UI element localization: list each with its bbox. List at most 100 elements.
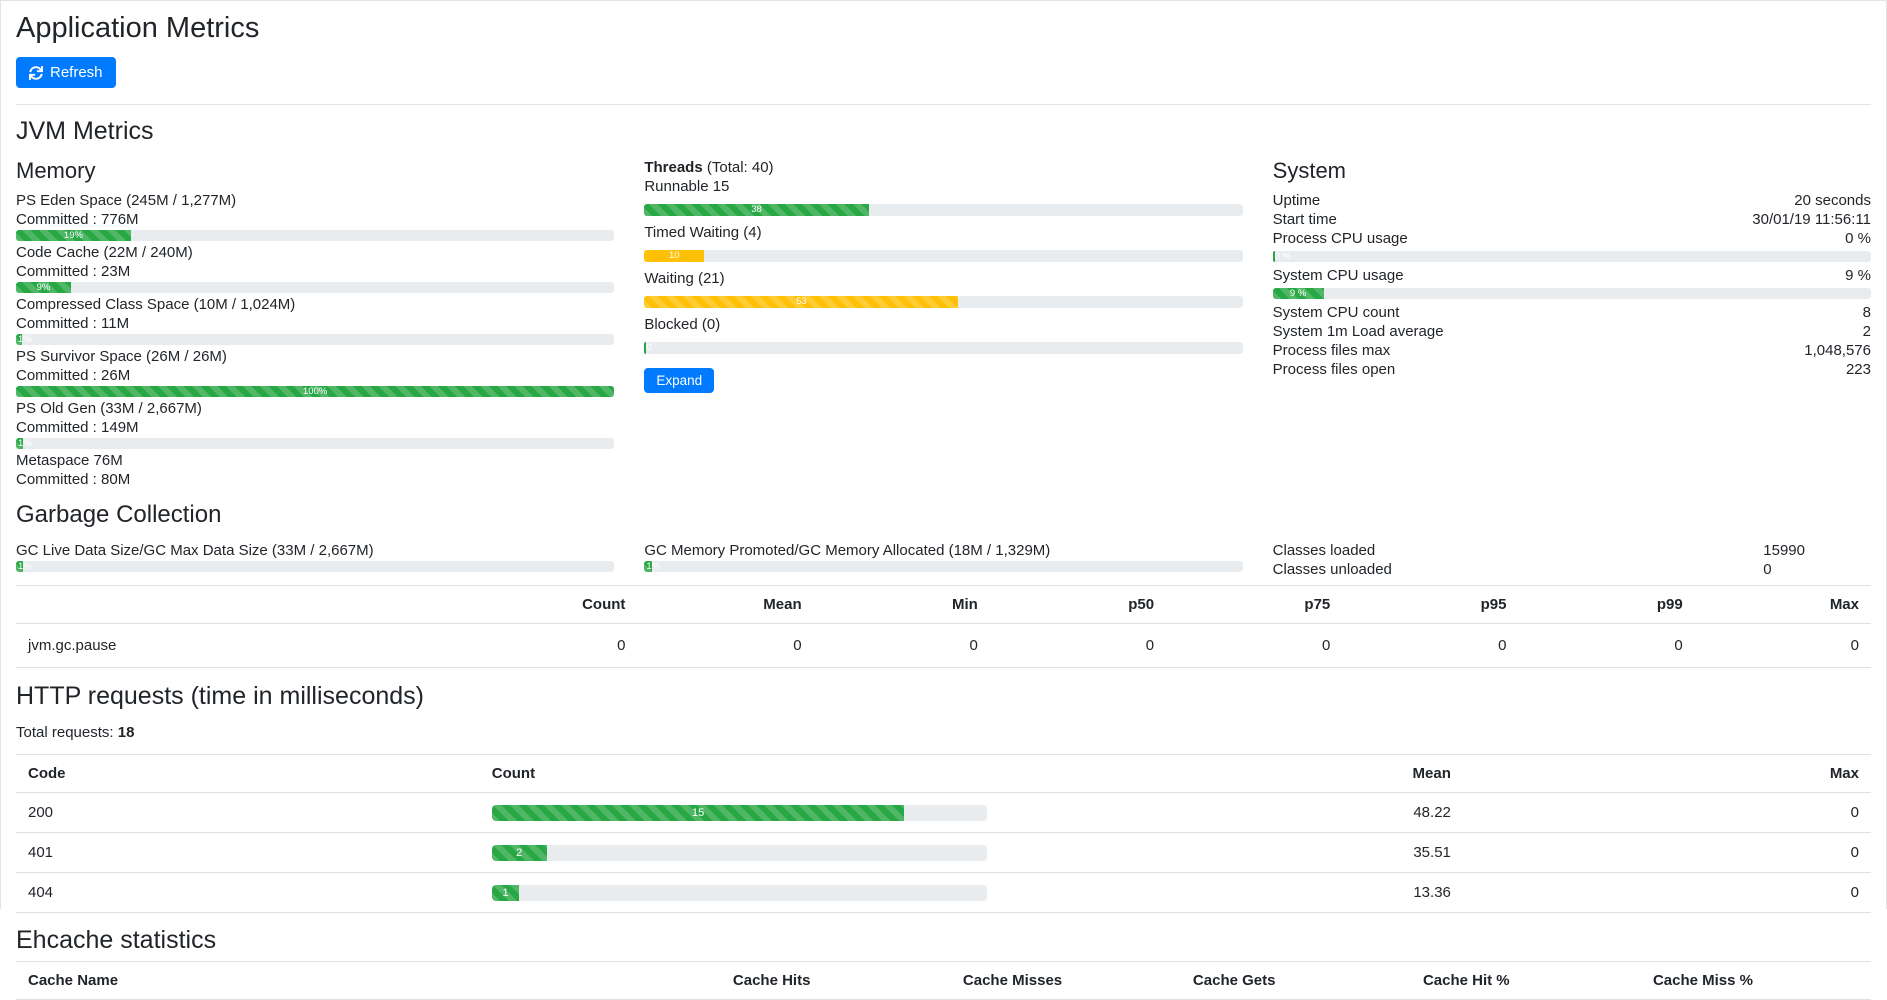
memory-entry-label: PS Eden Space (245M / 1,277M) (16, 191, 614, 210)
system-row: Process files max1,048,576 (1273, 341, 1871, 360)
total-requests-value: 18 (118, 724, 135, 741)
jvm-metrics-row: Memory PS Eden Space (245M / 1,277M) Comm… (1, 158, 1886, 491)
http-requests-section: HTTP requests (time in milliseconds) Tot… (16, 682, 1871, 913)
progress-bar-fill: 100% (16, 386, 614, 397)
system-row-label: Process files max (1273, 341, 1391, 360)
progress-bar-label: 19% (64, 230, 83, 241)
gc-table-header: Count (461, 586, 637, 624)
system-row-label: System CPU usage (1273, 266, 1404, 285)
system-row-label: Process CPU usage (1273, 229, 1408, 248)
progress-bar-fill: 1% (16, 438, 23, 449)
system-row-label: Uptime (1273, 191, 1321, 210)
progress-bar-track: 1% (16, 438, 614, 449)
gc-classes-column: Classes loaded15990Classes unloaded0 (1258, 535, 1886, 579)
thread-entry-label: Runnable 15 (644, 177, 1242, 196)
progress-bar-track: 2 (492, 845, 987, 861)
ehcache-table-header: Cache Hits (721, 962, 951, 1000)
memory-entry: Code Cache (22M / 240M)Committed : 23M9% (16, 243, 614, 293)
refresh-button-label: Refresh (50, 64, 103, 81)
progress-bar-track: 1% (644, 561, 1242, 572)
http-max-cell: 0 (1463, 793, 1871, 833)
progress-bar-track: 100% (16, 386, 614, 397)
thread-entry-label: Timed Waiting (4) (644, 223, 1242, 242)
system-row-value: 30/01/19 11:56:11 (1752, 210, 1871, 229)
progress-bar-fill: 15 (492, 805, 905, 821)
memory-heading: Memory (16, 158, 614, 184)
progress-bar-track: 9 % (1273, 288, 1871, 299)
progress-bar-track: 15 (492, 805, 987, 821)
gc-metric-value: 0 (814, 624, 990, 668)
gc-table-header: p50 (990, 586, 1166, 624)
system-row-label: System CPU count (1273, 303, 1400, 322)
system-row-label: System 1m Load average (1273, 322, 1444, 341)
progress-bar-label: 15 (692, 805, 704, 821)
system-row-bar: 9 % (1273, 288, 1871, 299)
ehcache-table-header: Cache Hit % (1411, 962, 1641, 1000)
gc-bar-label: GC Memory Promoted/GC Memory Allocated (… (644, 541, 1242, 560)
memory-entry: Compressed Class Space (10M / 1,024M)Com… (16, 295, 614, 345)
http-code-cell: 200 (16, 793, 480, 833)
progress-bar-label: 100% (303, 386, 327, 397)
http-count-cell: 1 (480, 873, 999, 913)
thread-entry-label: Waiting (21) (644, 269, 1242, 288)
threads-column: Threads (Total: 40) Runnable 1538Timed W… (629, 158, 1257, 491)
progress-bar-label: 38 (751, 204, 762, 216)
memory-entry: Metaspace 76MCommitted : 80M (16, 451, 614, 489)
progress-bar-label: 0 (644, 342, 651, 354)
progress-bar-fill: 2 (492, 845, 547, 861)
progress-bar-label: 0 % (1273, 251, 1291, 262)
refresh-button[interactable]: Refresh (16, 57, 116, 88)
system-row: Process CPU usage 0 % (1273, 229, 1871, 248)
progress-bar-fill: 9% (16, 282, 71, 293)
progress-bar-track: 53 (644, 296, 1242, 308)
system-row-value: 0 % (1845, 229, 1871, 248)
memory-entry: PS Old Gen (33M / 2,667M)Committed : 149… (16, 399, 614, 449)
system-column: System Uptime20 secondsStart time30/01/1… (1258, 158, 1886, 491)
system-row-value: 8 (1863, 303, 1871, 322)
threads-title-bold: Threads (644, 159, 702, 176)
progress-bar-label: 2 (516, 845, 522, 861)
gc-row: GC Live Data Size/GC Max Data Size (33M … (1, 535, 1886, 579)
memory-entry-committed: Committed : 80M (16, 470, 614, 489)
table-row: jvm.gc.pause00000000 (16, 624, 1871, 668)
progress-bar-fill: 19% (16, 230, 131, 241)
ehcache-table-header: Cache Miss % (1641, 962, 1871, 1000)
progress-bar-fill: 38 (644, 204, 868, 216)
gc-classes-value: 15990 (1763, 541, 1805, 560)
system-row: System CPU usage9 % (1273, 266, 1871, 285)
progress-bar-track: 1% (16, 561, 614, 572)
gc-classes-row: Classes unloaded0 (1273, 560, 1871, 579)
http-table-header: Code (16, 755, 480, 793)
progress-bar-track: 1% (16, 334, 614, 345)
gc-metric-value: 0 (1166, 624, 1342, 668)
total-requests: Total requests: 18 (16, 723, 1871, 742)
http-table-header: Max (1463, 755, 1871, 793)
jvm-metrics-heading: JVM Metrics (16, 117, 1871, 146)
progress-bar-track: 19% (16, 230, 614, 241)
progress-bar-track: 0 % (1273, 251, 1871, 262)
memory-entry-committed: Committed : 149M (16, 418, 614, 437)
thread-entry: Waiting (21) 53 (644, 269, 1242, 308)
memory-entry-label: Metaspace 76M (16, 451, 614, 470)
expand-button[interactable]: Expand (644, 368, 714, 393)
memory-entry-label: PS Old Gen (33M / 2,667M) (16, 399, 614, 418)
gc-metric-value: 0 (461, 624, 637, 668)
progress-bar-track: 1 (492, 885, 987, 901)
thread-entry-label: Blocked (0) (644, 315, 1242, 334)
gc-classes-row: Classes loaded15990 (1273, 541, 1871, 560)
progress-bar-label: 1% (644, 561, 660, 572)
progress-bar-label: 1% (16, 438, 32, 449)
gc-table-header: Min (814, 586, 990, 624)
memory-entry-committed: Committed : 11M (16, 314, 614, 333)
progress-bar-fill: 0 % (1273, 251, 1275, 262)
progress-bar-fill: 0 (644, 342, 645, 354)
gc-live-data-column: GC Live Data Size/GC Max Data Size (33M … (1, 535, 629, 579)
progress-bar-label: 1 (503, 885, 509, 901)
http-max-cell: 0 (1463, 833, 1871, 873)
progress-bar-fill: 53 (644, 296, 958, 308)
system-row-value: 223 (1846, 360, 1871, 379)
gc-classes-label: Classes unloaded (1273, 560, 1764, 579)
memory-entry-label: PS Survivor Space (26M / 26M) (16, 347, 614, 366)
metrics-page: Application Metrics Refresh JVM Metrics … (1, 11, 1886, 1000)
gc-table-header: p95 (1342, 586, 1518, 624)
